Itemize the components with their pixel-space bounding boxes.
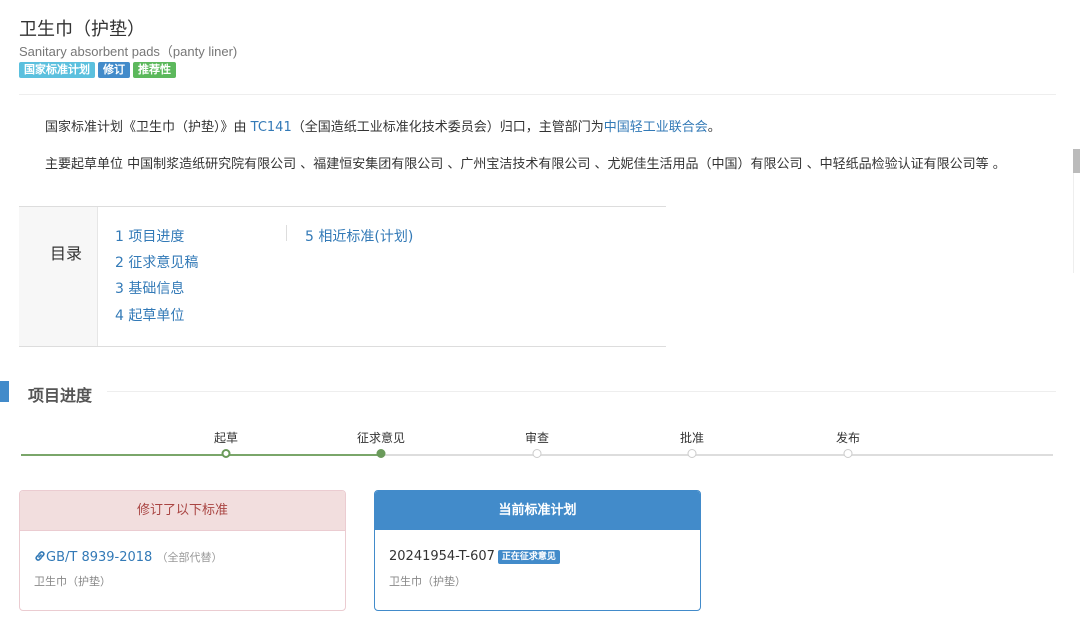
scrollbar-thumb[interactable] (1073, 149, 1080, 173)
revised-standard-code: GB/T 8939-2018 (46, 550, 153, 565)
step-label-draft: 起草 (213, 431, 239, 445)
link-icon (35, 551, 45, 561)
step-label-review: 审查 (524, 431, 550, 445)
status-badge: 正在征求意见 (497, 550, 560, 564)
step-label-publish: 发布 (835, 431, 861, 445)
section-divider (107, 391, 1056, 392)
step-dot-draft (221, 449, 231, 458)
section-marker (0, 381, 9, 402)
toc-item-basic-info[interactable]: 3 基础信息 (115, 278, 184, 298)
current-plan-name: 卫生巾（护垫） (389, 575, 466, 588)
intro-line-1: 国家标准计划《卫生巾（护垫）》由 TC141（全国造纸工业标准化技术委员会）归口… (45, 116, 721, 135)
step-dot-approve (687, 449, 697, 458)
step-label-comment: 征求意见 (356, 431, 406, 445)
badge-national-plan: 国家标准计划 (19, 62, 95, 78)
revised-standard-card: 修订了以下标准 GB/T 8939-2018 （全部代替） 卫生巾（护垫） (19, 490, 346, 611)
tc-link[interactable]: TC141 (251, 120, 292, 135)
intro-line-2: 主要起草单位 中国制浆造纸研究院有限公司 、福建恒安集团有限公司 、广州宝洁技术… (45, 157, 1006, 172)
progress-track-remaining (381, 454, 1053, 456)
badge-recommended: 推荐性 (133, 62, 176, 78)
toc-item-progress[interactable]: 1 项目进度 (115, 226, 184, 246)
toc-heading: 目录 (50, 244, 83, 263)
step-dot-review (532, 449, 542, 458)
intro-suffix: 。 (707, 120, 721, 135)
revised-standard-link[interactable]: GB/T 8939-2018 (34, 550, 156, 565)
toc-item-draft[interactable]: 2 征求意见稿 (115, 252, 198, 272)
current-card-title: 当前标准计划 (375, 491, 700, 530)
intro-prefix: 国家标准计划《卫生巾（护垫）》由 (45, 120, 251, 135)
revised-card-line: GB/T 8939-2018 （全部代替） (34, 549, 222, 565)
scrollbar-track[interactable] (1073, 173, 1074, 273)
toc-separator (286, 225, 287, 241)
badge-group: 国家标准计划 修订 推荐性 (19, 62, 176, 78)
plan-number: 20241954-T-607 (389, 549, 495, 564)
intro-middle: （全国造纸工业标准化技术委员会）归口，主管部门为 (291, 120, 604, 135)
section-title-progress: 项目进度 (28, 386, 93, 405)
table-of-contents: 目录 1 项目进度 2 征求意见稿 3 基础信息 4 起草单位 5 相近标准(计… (19, 206, 666, 347)
standard-plan-page: 卫生巾（护垫） Sanitary absorbent pads（panty li… (0, 0, 1080, 635)
replacement-note: （全部代替） (156, 551, 223, 564)
page-title: 卫生巾（护垫） (19, 19, 145, 40)
toc-item-drafters[interactable]: 4 起草单位 (115, 305, 184, 325)
badge-revision: 修订 (98, 62, 130, 78)
step-dot-publish (843, 449, 853, 458)
progress-track-completed (21, 454, 381, 456)
divider (19, 94, 1056, 95)
revised-card-title: 修订了以下标准 (20, 491, 345, 531)
step-label-approve: 批准 (679, 431, 705, 445)
toc-item-similar[interactable]: 5 相近标准(计划) (305, 226, 413, 246)
page-subtitle: Sanitary absorbent pads（panty liner) (19, 44, 238, 59)
toc-heading-cell: 目录 (19, 207, 98, 346)
current-plan-card: 当前标准计划 20241954-T-607 正在征求意见 卫生巾（护垫） (374, 490, 701, 611)
revised-standard-name: 卫生巾（护垫） (34, 575, 111, 588)
step-dot-comment (376, 449, 386, 458)
department-link[interactable]: 中国轻工业联合会 (604, 120, 708, 135)
current-plan-line: 20241954-T-607 正在征求意见 (389, 549, 560, 564)
